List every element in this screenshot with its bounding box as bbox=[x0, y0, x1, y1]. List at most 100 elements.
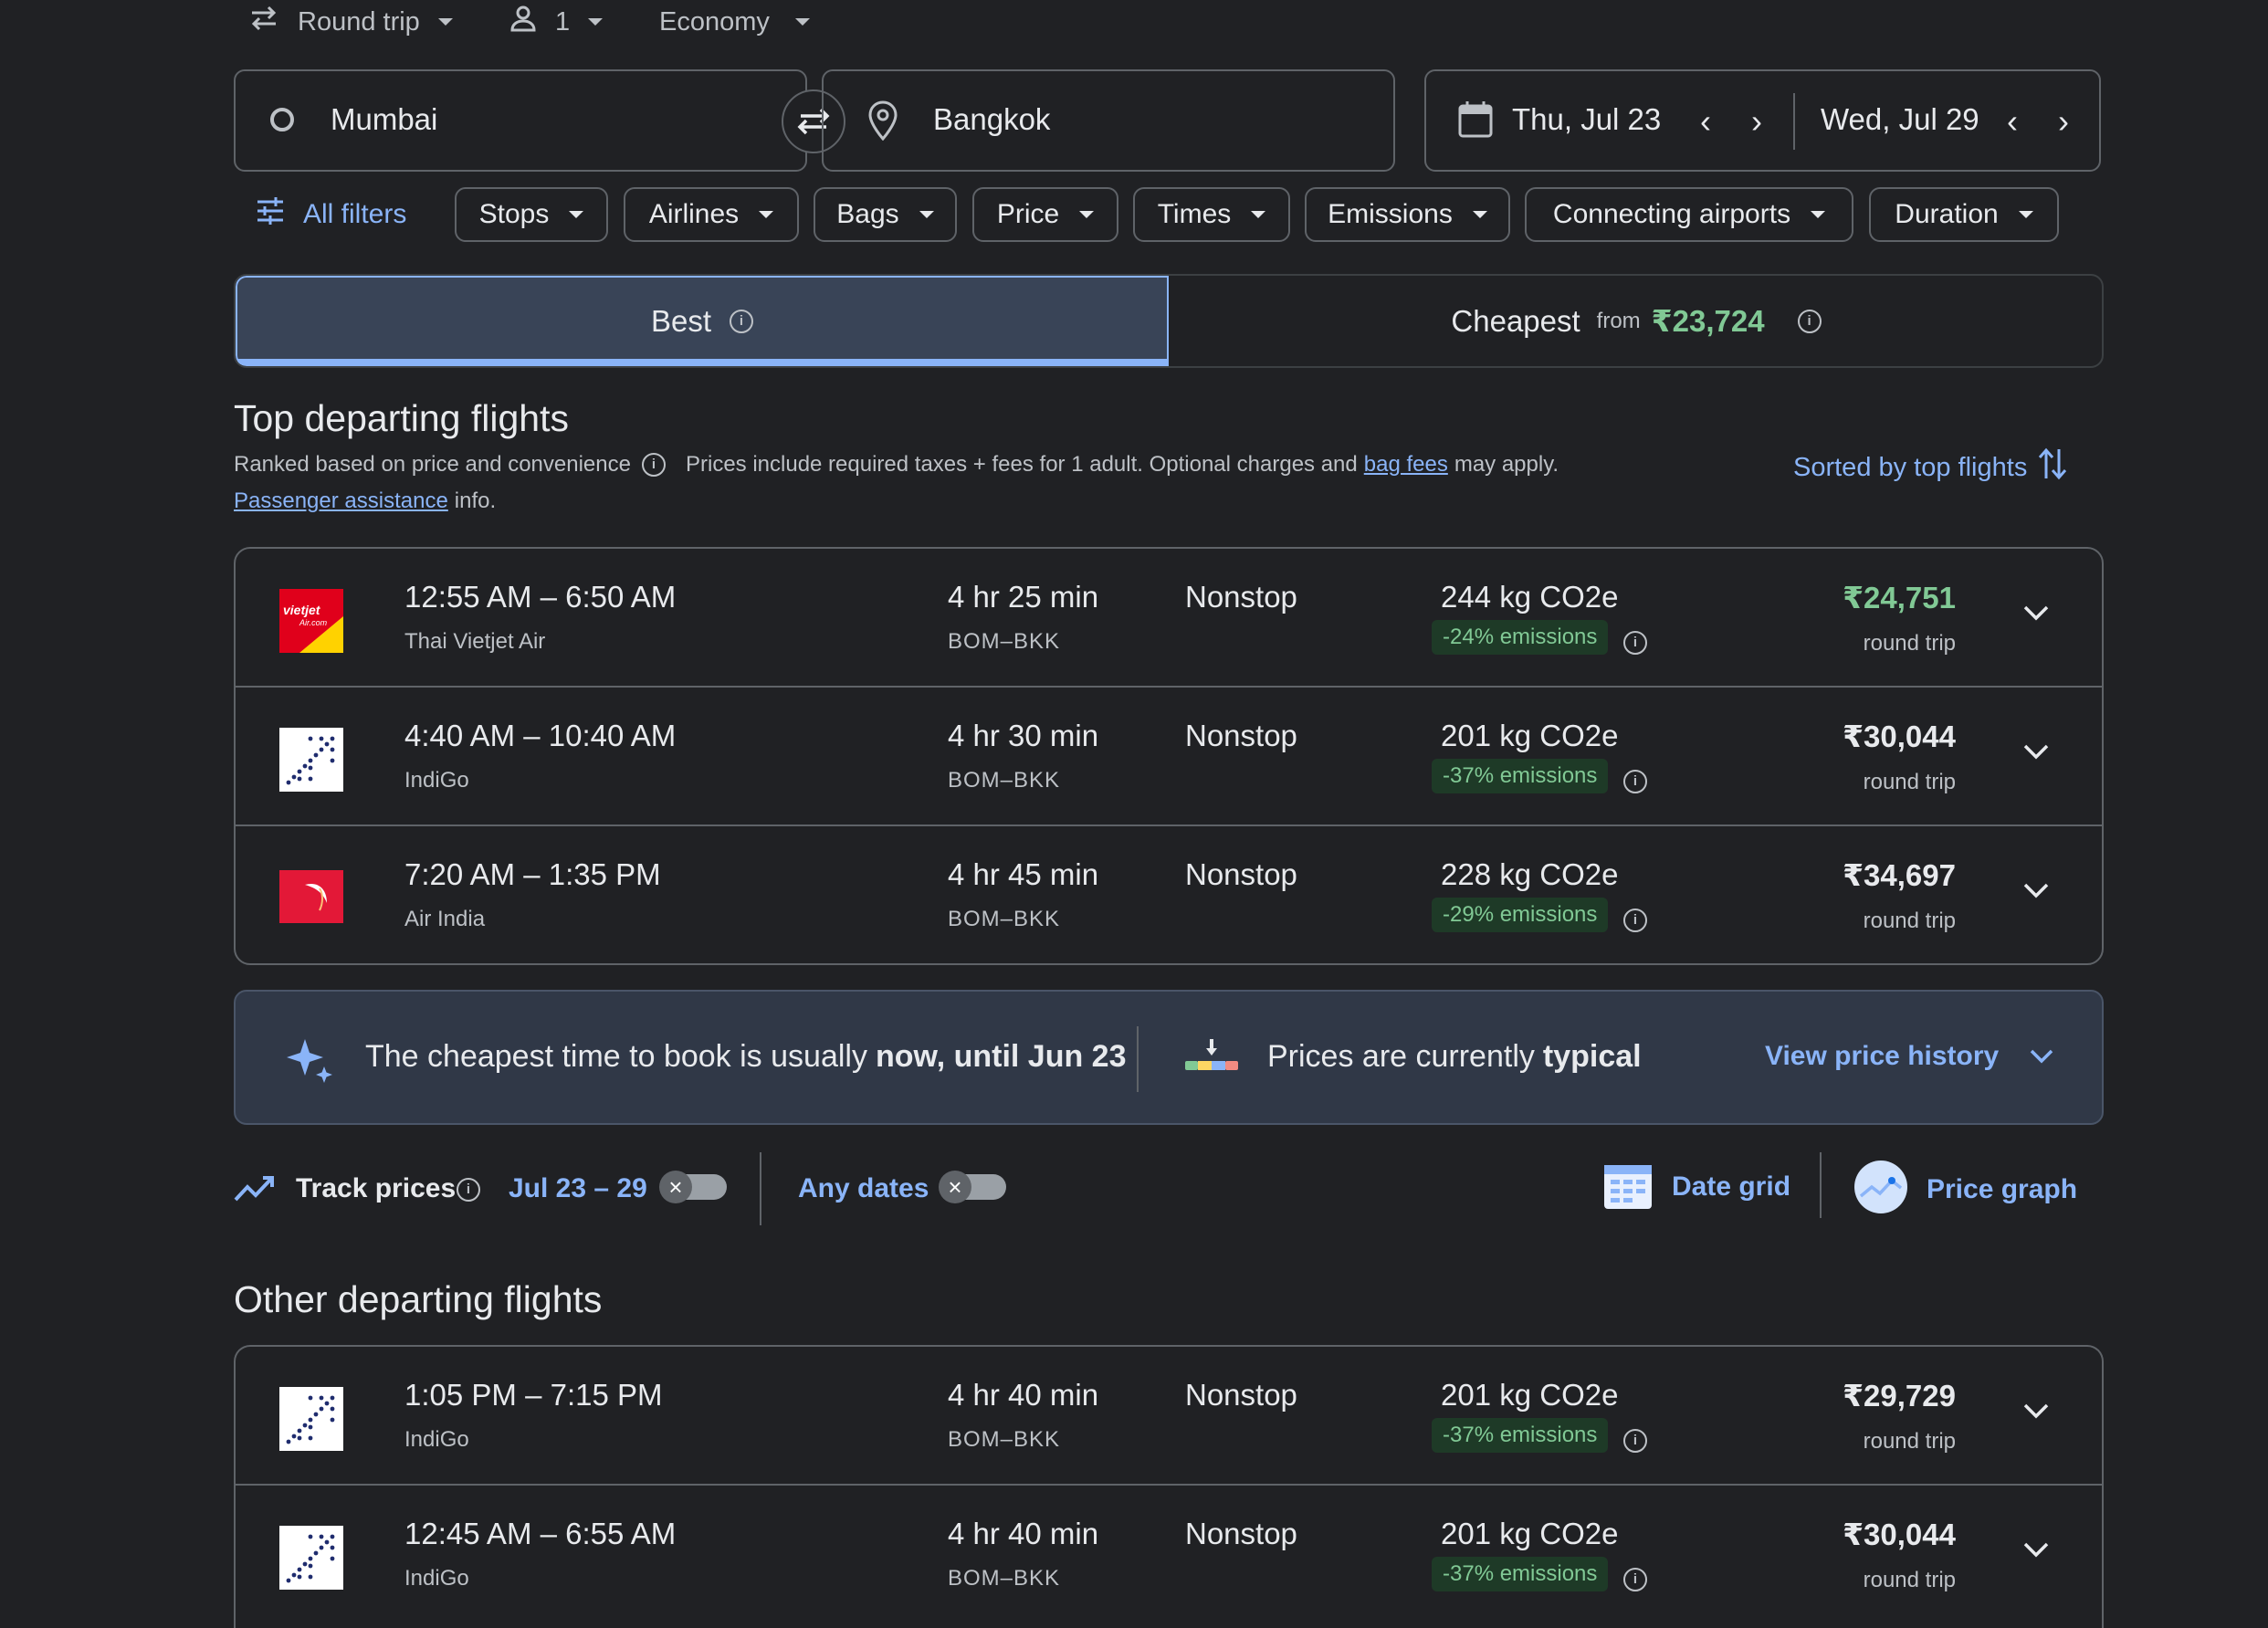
view-price-history-button[interactable]: View price history bbox=[1765, 1041, 2053, 1072]
chip-label: Price bbox=[996, 199, 1060, 229]
price-graph-icon bbox=[1853, 1160, 1908, 1219]
flight-row[interactable]: 4:40 AM – 10:40 AM IndiGo 4 hr 30 min BOM–B… bbox=[236, 688, 2102, 826]
may-apply-text: may apply. bbox=[1454, 452, 1559, 477]
price-status-text: Prices are currently typical bbox=[1267, 1039, 1642, 1075]
top-flights-list: vietjet Air.com 12:55 AM – 6:50 AM Thai Vie… bbox=[234, 547, 2104, 965]
filter-chip-price[interactable]: Price bbox=[972, 187, 1118, 242]
chevron-down-icon bbox=[759, 211, 774, 218]
co2-amount: 201 kg CO2e bbox=[1441, 719, 1619, 752]
view-price-history-label: View price history bbox=[1765, 1041, 2000, 1071]
ranking-info: Ranked based on price and convenience i … bbox=[234, 452, 1559, 478]
bag-fees-link[interactable]: bag fees bbox=[1364, 452, 1448, 478]
chevron-down-icon bbox=[1251, 211, 1266, 218]
chevron-down-icon bbox=[1811, 211, 1826, 218]
track-dates-toggle[interactable]: × bbox=[659, 1171, 727, 1203]
info-icon[interactable]: i bbox=[1623, 1429, 1647, 1453]
filter-chip-duration[interactable]: Duration bbox=[1869, 187, 2059, 242]
passenger-select[interactable]: 1 bbox=[509, 4, 604, 40]
info-icon[interactable]: i bbox=[1623, 631, 1647, 655]
expand-chevron-icon[interactable] bbox=[2023, 1403, 2049, 1424]
top-flights-heading: Top departing flights bbox=[234, 397, 569, 439]
flight-row[interactable]: 7:20 AM – 1:35 PM Air India 4 hr 45 min BOM… bbox=[236, 826, 2102, 963]
price-status-label: Prices are currently bbox=[1267, 1039, 1535, 1074]
chip-label: Times bbox=[1157, 199, 1232, 229]
flight-row[interactable]: 12:45 AM – 6:55 AM IndiGo 4 hr 40 min BOM–B… bbox=[236, 1486, 2102, 1623]
filter-chip-times[interactable]: Times bbox=[1133, 187, 1290, 242]
filter-chip-stops[interactable]: Stops bbox=[455, 187, 608, 242]
info-icon[interactable]: i bbox=[641, 453, 666, 477]
trip-type-select[interactable]: Round trip bbox=[248, 4, 453, 40]
flight-times: 7:20 AM – 1:35 PM bbox=[404, 857, 661, 891]
tab-best[interactable]: Best i bbox=[236, 276, 1169, 366]
flight-stops: Nonstop bbox=[1185, 719, 1297, 752]
airline-name: Thai Vietjet Air bbox=[404, 629, 546, 654]
expand-chevron-icon[interactable] bbox=[2023, 883, 2049, 904]
filter-chip-emissions[interactable]: Emissions bbox=[1305, 187, 1510, 242]
co2-amount: 201 kg CO2e bbox=[1441, 1378, 1619, 1412]
flight-duration: 4 hr 40 min bbox=[948, 1517, 1099, 1550]
sort-button[interactable]: Sorted by top flights bbox=[1793, 446, 2067, 489]
flight-row[interactable]: 1:05 PM – 7:15 PM IndiGo 4 hr 40 min BOM–BK… bbox=[236, 1347, 2102, 1486]
airline-name: IndiGo bbox=[404, 1427, 469, 1452]
date-grid-button[interactable]: Date grid bbox=[1602, 1158, 1790, 1215]
co2-amount: 201 kg CO2e bbox=[1441, 1517, 1619, 1550]
destination-field[interactable]: Bangkok bbox=[822, 69, 1395, 172]
any-dates-label: Any dates bbox=[798, 1173, 929, 1203]
chevron-down-icon bbox=[1472, 211, 1487, 218]
tab-cheapest[interactable]: Cheapest from ₹23,724 i bbox=[1169, 276, 2102, 366]
flight-times: 4:40 AM – 10:40 AM bbox=[404, 719, 677, 752]
chevron-down-icon bbox=[919, 211, 934, 218]
chevron-down-icon bbox=[2018, 211, 2033, 218]
airline-name: Air India bbox=[404, 907, 486, 931]
info-icon[interactable]: i bbox=[730, 309, 754, 333]
airline-logo bbox=[279, 867, 343, 930]
close-icon: × bbox=[659, 1171, 692, 1203]
all-filters-button[interactable]: All filters bbox=[256, 196, 406, 233]
cheapest-time-label: The cheapest time to book is usually bbox=[365, 1039, 867, 1074]
cabin-class-select[interactable]: Economy bbox=[659, 4, 810, 40]
emissions-badge: -37% emissions bbox=[1432, 1418, 1609, 1453]
track-date-range: Jul 23 – 29 bbox=[509, 1173, 647, 1203]
airline-name: IndiGo bbox=[404, 768, 469, 793]
info-text: info. bbox=[454, 488, 497, 513]
info-icon[interactable]: i bbox=[1623, 770, 1647, 793]
flight-stops: Nonstop bbox=[1185, 857, 1297, 891]
flight-stops: Nonstop bbox=[1185, 580, 1297, 614]
depart-date[interactable]: Thu, Jul 23 bbox=[1512, 102, 1661, 137]
passenger-assistance-link[interactable]: Passenger assistance bbox=[234, 488, 448, 514]
date-range-field[interactable]: Thu, Jul 23 ‹ › Wed, Jul 29 ‹ › bbox=[1424, 69, 2101, 172]
expand-chevron-icon[interactable] bbox=[2023, 605, 2049, 626]
sort-label: Sorted by top flights bbox=[1793, 452, 2028, 482]
svg-text:Air.com: Air.com bbox=[299, 618, 328, 627]
active-tab-indicator bbox=[237, 359, 1167, 364]
tab-cheapest-label: Cheapest bbox=[1451, 303, 1580, 338]
chevron-left-icon[interactable]: ‹ bbox=[1700, 102, 1711, 141]
chevron-right-icon[interactable]: › bbox=[1751, 102, 1762, 141]
chevron-right-icon[interactable]: › bbox=[2058, 102, 2069, 141]
info-icon[interactable]: i bbox=[457, 1178, 480, 1202]
person-icon bbox=[509, 5, 537, 39]
return-date[interactable]: Wed, Jul 29 bbox=[1821, 102, 1979, 137]
flight-price: ₹24,751 bbox=[1843, 581, 1956, 614]
filter-chip-airlines[interactable]: Airlines bbox=[624, 187, 799, 242]
flight-duration: 4 hr 40 min bbox=[948, 1378, 1099, 1412]
filter-chip-bags[interactable]: Bags bbox=[814, 187, 957, 242]
flight-route: BOM–BKK bbox=[948, 1566, 1061, 1591]
expand-chevron-icon[interactable] bbox=[2023, 744, 2049, 765]
chevron-left-icon[interactable]: ‹ bbox=[2007, 102, 2018, 141]
price-graph-button[interactable]: Price graph bbox=[1853, 1160, 2077, 1219]
flight-route: BOM–BKK bbox=[948, 768, 1061, 793]
trip-type-label: Round trip bbox=[298, 6, 420, 37]
close-icon: × bbox=[939, 1171, 971, 1203]
filter-chip-connecting-airports[interactable]: Connecting airports bbox=[1525, 187, 1853, 242]
info-icon[interactable]: i bbox=[1623, 1568, 1647, 1591]
emissions-badge: -37% emissions bbox=[1432, 759, 1609, 793]
flight-row[interactable]: vietjet Air.com 12:55 AM – 6:50 AM Thai Vie… bbox=[236, 549, 2102, 688]
passenger-count: 1 bbox=[555, 6, 571, 37]
info-icon[interactable]: i bbox=[1797, 309, 1822, 333]
info-icon[interactable]: i bbox=[1623, 909, 1647, 932]
any-dates-toggle[interactable]: × bbox=[939, 1171, 1006, 1203]
chevron-down-icon bbox=[437, 18, 453, 26]
origin-field[interactable]: Mumbai bbox=[234, 69, 807, 172]
expand-chevron-icon[interactable] bbox=[2023, 1542, 2049, 1563]
